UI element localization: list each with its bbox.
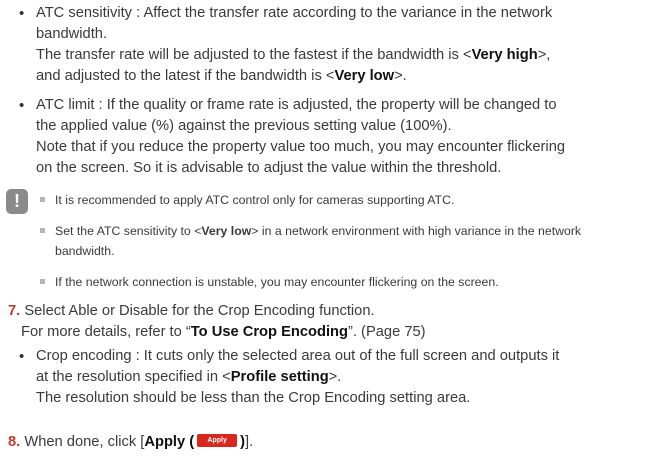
text-line: Note that if you reduce the property val… — [36, 139, 566, 155]
bullet-dot-icon: • — [19, 97, 25, 114]
text-line: on the screen. So it is advisable to adj… — [36, 160, 502, 176]
text-line: The resolution should be less than the C… — [36, 390, 471, 406]
note-exclamation-icon: ! — [6, 189, 28, 214]
step-7: 7. Select Able or Disable for the Crop E… — [8, 303, 426, 340]
atc-limit-bullet: • ATC limit : If the quality or frame ra… — [19, 95, 670, 179]
text-line: ATC sensitivity : Affect the transfer ra… — [36, 5, 553, 21]
text-line: the applied value (%) against the previo… — [36, 118, 452, 134]
apply-button[interactable]: Apply — [197, 434, 238, 448]
bullet-dot-icon: • — [19, 348, 25, 365]
text-line: bandwidth. — [36, 26, 108, 42]
note-item: If the network connection is unstable, y… — [40, 272, 670, 292]
crop-encoding-bullet: • Crop encoding : It cuts only the selec… — [19, 346, 670, 409]
step-8: 8. When done, click [Apply (Apply)]. — [8, 434, 254, 450]
text-line: ATC limit : If the quality or frame rate… — [36, 97, 557, 113]
atc-sensitivity-bullet: • ATC sensitivity : Affect the transfer … — [19, 3, 670, 87]
text-line: at the resolution specified in <Profile … — [36, 369, 342, 385]
text-line: and adjusted to the latest if the bandwi… — [36, 68, 407, 84]
note-item: Set the ATC sensitivity to <Very low> in… — [40, 221, 670, 261]
square-bullet-icon — [40, 279, 45, 284]
note-item: It is recommended to apply ATC control o… — [40, 190, 670, 210]
square-bullet-icon — [40, 197, 45, 202]
bullet-dot-icon: • — [19, 5, 25, 22]
text-line: The transfer rate will be adjusted to th… — [36, 47, 551, 63]
manual-page: • ATC sensitivity : Affect the transfer … — [0, 0, 672, 460]
square-bullet-icon — [40, 228, 45, 233]
text-line: Crop encoding : It cuts only the selecte… — [36, 348, 560, 364]
